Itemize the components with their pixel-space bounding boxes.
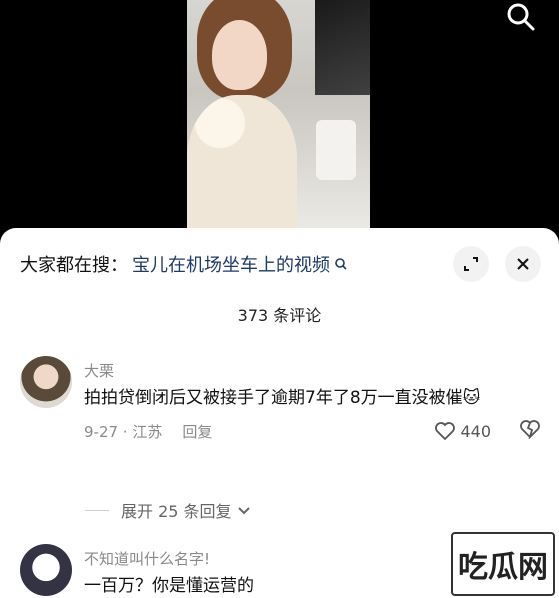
person-face [212, 20, 267, 90]
close-button[interactable] [505, 246, 541, 282]
chevron-down-icon [237, 507, 250, 515]
video-thumbnail [187, 0, 370, 228]
search-icon [507, 3, 535, 31]
like-count: 440 [460, 421, 491, 441]
heart-icon [435, 422, 456, 441]
broken-heart-icon [520, 420, 540, 441]
range-hood [315, 0, 370, 95]
like-button[interactable]: 440 [434, 421, 491, 441]
person-dress [187, 95, 297, 228]
expand-button[interactable] [453, 246, 489, 282]
comments-sheet: 大家都在搜： 宝儿在机场坐车上的视频 373 条评论 大栗 拍拍贷倒闭后又被接手… [0, 228, 559, 598]
hot-search-query[interactable]: 宝儿在机场坐车上的视频 [132, 251, 330, 277]
close-icon [517, 258, 529, 270]
background-object [316, 120, 356, 180]
expand-replies-button[interactable]: 展开 25 条回复 [85, 498, 252, 522]
dislike-button[interactable] [519, 419, 541, 443]
search-icon [335, 258, 347, 270]
search-button[interactable] [501, 0, 541, 34]
avatar[interactable] [20, 544, 72, 596]
comment-date-location: 9-27 · 江苏 [84, 422, 163, 441]
video-area[interactable] [0, 0, 559, 240]
reply-button[interactable]: 回复 [182, 421, 212, 442]
comment-text: 拍拍贷倒闭后又被接手了逾期7年了8万一直没被催🐱 [84, 388, 481, 408]
watermark-logo: 吃瓜网 [451, 532, 555, 596]
hot-search-bar: 大家都在搜： 宝儿在机场坐车上的视频 [20, 246, 541, 282]
avatar[interactable] [20, 356, 72, 408]
comment-item: 大栗 拍拍贷倒闭后又被接手了逾期7年了8万一直没被催🐱 9-27 · 江苏 回复… [20, 356, 541, 443]
hot-search-prefix: 大家都在搜： [20, 255, 128, 276]
comments-count: 373 条评论 [237, 306, 322, 325]
comment-username[interactable]: 大栗 [84, 356, 541, 381]
divider [85, 509, 109, 511]
expand-replies-label: 展开 25 条回复 [121, 502, 232, 521]
expand-icon [464, 257, 478, 271]
